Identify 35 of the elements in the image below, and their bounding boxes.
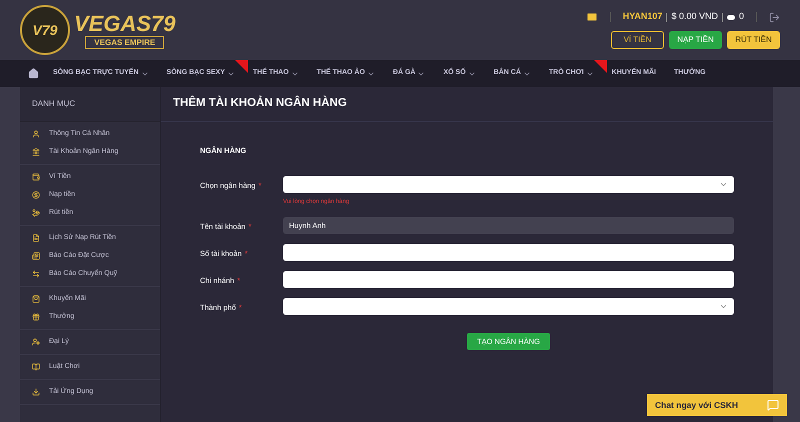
input-field[interactable] (283, 244, 734, 262)
home-icon[interactable] (28, 68, 39, 79)
chat-button[interactable]: Chat ngay với CSKH (647, 394, 787, 416)
wallet-icon (32, 173, 40, 181)
bank-icon (32, 148, 40, 156)
logo-text: VEGAS79 (74, 12, 176, 36)
corner-ribbon-icon (234, 60, 248, 73)
report-icon (32, 252, 40, 260)
points: 0 (738, 10, 744, 24)
input-field[interactable] (283, 271, 734, 288)
download-icon (32, 388, 40, 396)
gift-icon (32, 313, 40, 321)
select-field[interactable] (283, 176, 734, 194)
swap-arrows-icon (32, 270, 40, 278)
user-icon (32, 130, 40, 138)
chip-icon (726, 14, 735, 20)
sidebar-title: DANH MỤC (32, 98, 76, 110)
header-button[interactable]: RÚT TIỀN (727, 31, 780, 49)
corner-ribbon-icon (594, 60, 607, 73)
header-button[interactable]: VÍ TIỀN (611, 31, 664, 49)
logo-tagline: VEGAS EMPIRE (85, 36, 164, 48)
chat-icon (767, 399, 779, 411)
logo-emblem-text: V79 (32, 20, 58, 40)
user-icon (32, 338, 40, 346)
page-title: THÊM TÀI KHOẢN NGÂN HÀNG (173, 95, 347, 112)
bag-icon (32, 295, 40, 303)
mail-icon[interactable] (586, 11, 598, 23)
balance: $ 0.00 VND (671, 10, 718, 24)
select-field[interactable] (283, 298, 734, 316)
coin-icon (32, 191, 40, 199)
document-icon (32, 234, 40, 242)
logout-icon[interactable] (769, 12, 780, 22)
hand-coin-icon (32, 209, 40, 217)
book-icon (32, 363, 40, 371)
username: HYAN107 (622, 10, 662, 24)
